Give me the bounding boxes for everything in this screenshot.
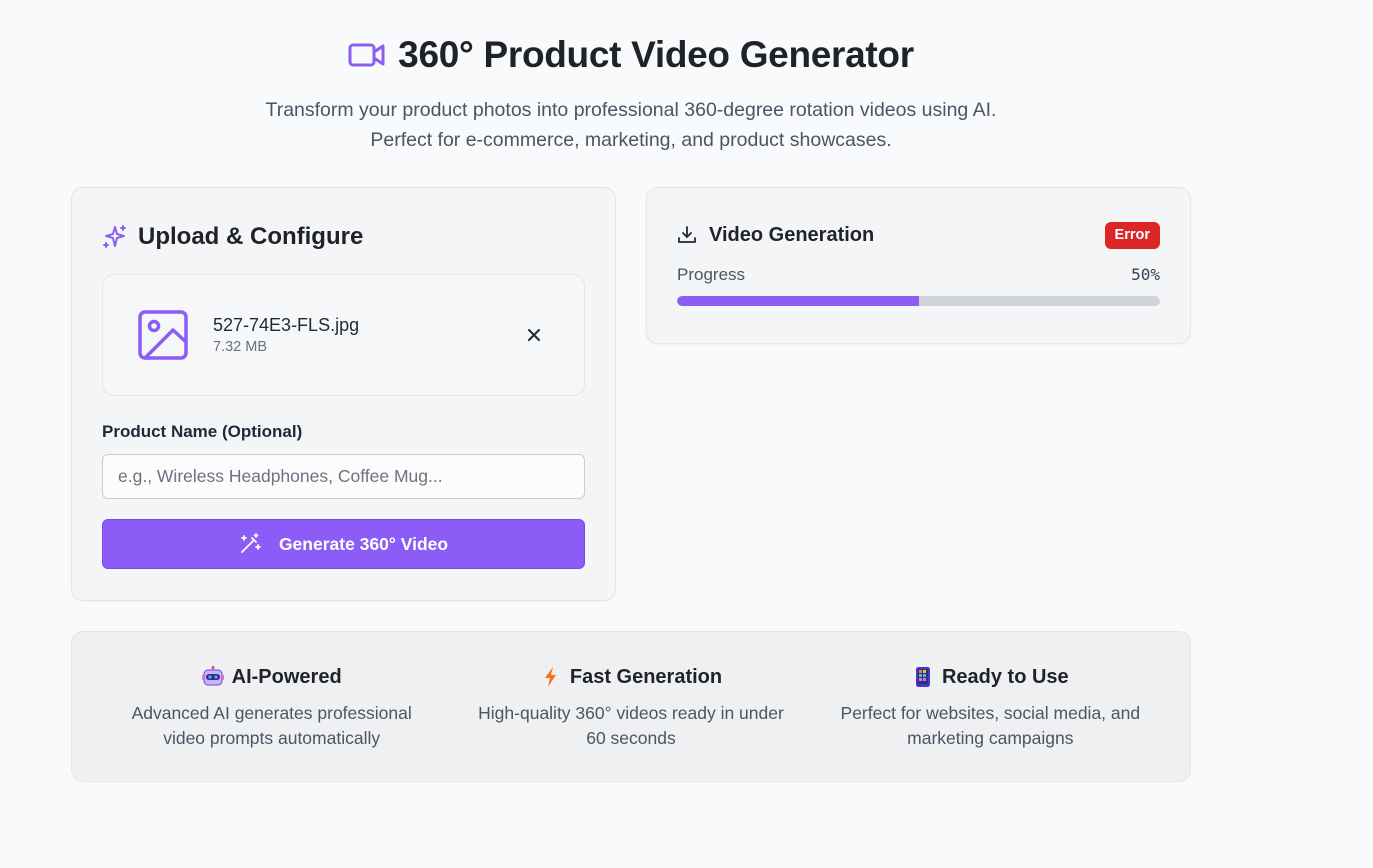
subtitle-line-1: Transform your product photos into profe… <box>265 99 997 121</box>
hero: 360° Product Video Generator Transform y… <box>71 30 1191 155</box>
video-generation-header: Video Generation Error <box>677 219 1160 251</box>
status-badge: Error <box>1104 221 1160 249</box>
mobile-phone-icon <box>912 666 934 688</box>
sparkles-icon <box>102 224 128 250</box>
file-name: 527-74E3-FLS.jpg <box>213 315 360 335</box>
page: 360° Product Video Generator Transform y… <box>0 0 1373 868</box>
upload-card: Upload & Configure 527-74E3-FLS.jpg 7.32… <box>71 187 616 601</box>
progress-percent: 50% <box>1131 265 1160 284</box>
feature-description: Perfect for websites, social media, and … <box>840 703 1141 748</box>
title-row: 360° Product Video Generator <box>71 30 1191 80</box>
generate-video-button[interactable]: Generate 360° Video <box>102 519 585 569</box>
download-icon <box>677 225 697 245</box>
feature-description: Advanced AI generates professional video… <box>131 703 412 748</box>
feature-title: AI-Powered <box>231 665 342 688</box>
video-generation-card: Video Generation Error Progress 50% <box>646 187 1191 344</box>
feature-title: Ready to Use <box>941 665 1069 688</box>
generate-video-label: Generate 360° Video <box>278 533 449 554</box>
features-panel: AI-Powered Advanced AI generates profess… <box>71 631 1191 782</box>
subtitle-line-2: Perfect for e-commerce, marketing, and p… <box>370 129 892 151</box>
image-file-icon <box>137 309 189 361</box>
upload-card-title: Upload & Configure <box>138 223 364 250</box>
magic-wand-icon <box>239 533 261 555</box>
product-name-input[interactable] <box>102 454 585 499</box>
feature-head: Fast Generation <box>451 662 810 692</box>
feature-head: Ready to Use <box>811 662 1170 692</box>
progress-bar-fill <box>677 296 919 306</box>
page-subtitle: Transform your product photos into profe… <box>71 95 1191 155</box>
lightning-icon <box>540 666 562 688</box>
uploaded-file: 527-74E3-FLS.jpg 7.32 MB <box>102 274 585 396</box>
feature-description: High-quality 360° videos ready in under … <box>478 703 784 748</box>
file-info: 527-74E3-FLS.jpg 7.32 MB <box>213 315 359 355</box>
upload-card-header: Upload & Configure <box>102 220 585 254</box>
file-size: 7.32 MB <box>213 339 267 355</box>
feature-title: Fast Generation <box>569 665 723 688</box>
product-name-label: Product Name (Optional) <box>102 422 303 441</box>
feature-fast-generation: Fast Generation High-quality 360° videos… <box>451 662 810 781</box>
progress-row: Progress 50% <box>677 265 1160 285</box>
feature-head: AI-Powered <box>92 662 451 692</box>
feature-ai-powered: AI-Powered Advanced AI generates profess… <box>92 662 451 781</box>
close-icon <box>528 329 540 341</box>
video-generation-title: Video Generation <box>709 223 875 246</box>
progress-bar <box>677 296 1160 306</box>
video-generation-title-group: Video Generation <box>677 224 874 247</box>
robot-icon <box>201 666 224 688</box>
remove-file-button[interactable] <box>524 325 544 345</box>
progress-label: Progress <box>677 265 746 284</box>
video-camera-icon <box>348 41 386 69</box>
feature-ready-to-use: Ready to Use Perfect for websites, socia… <box>811 662 1170 781</box>
page-title: 360° Product Video Generator <box>398 34 914 75</box>
